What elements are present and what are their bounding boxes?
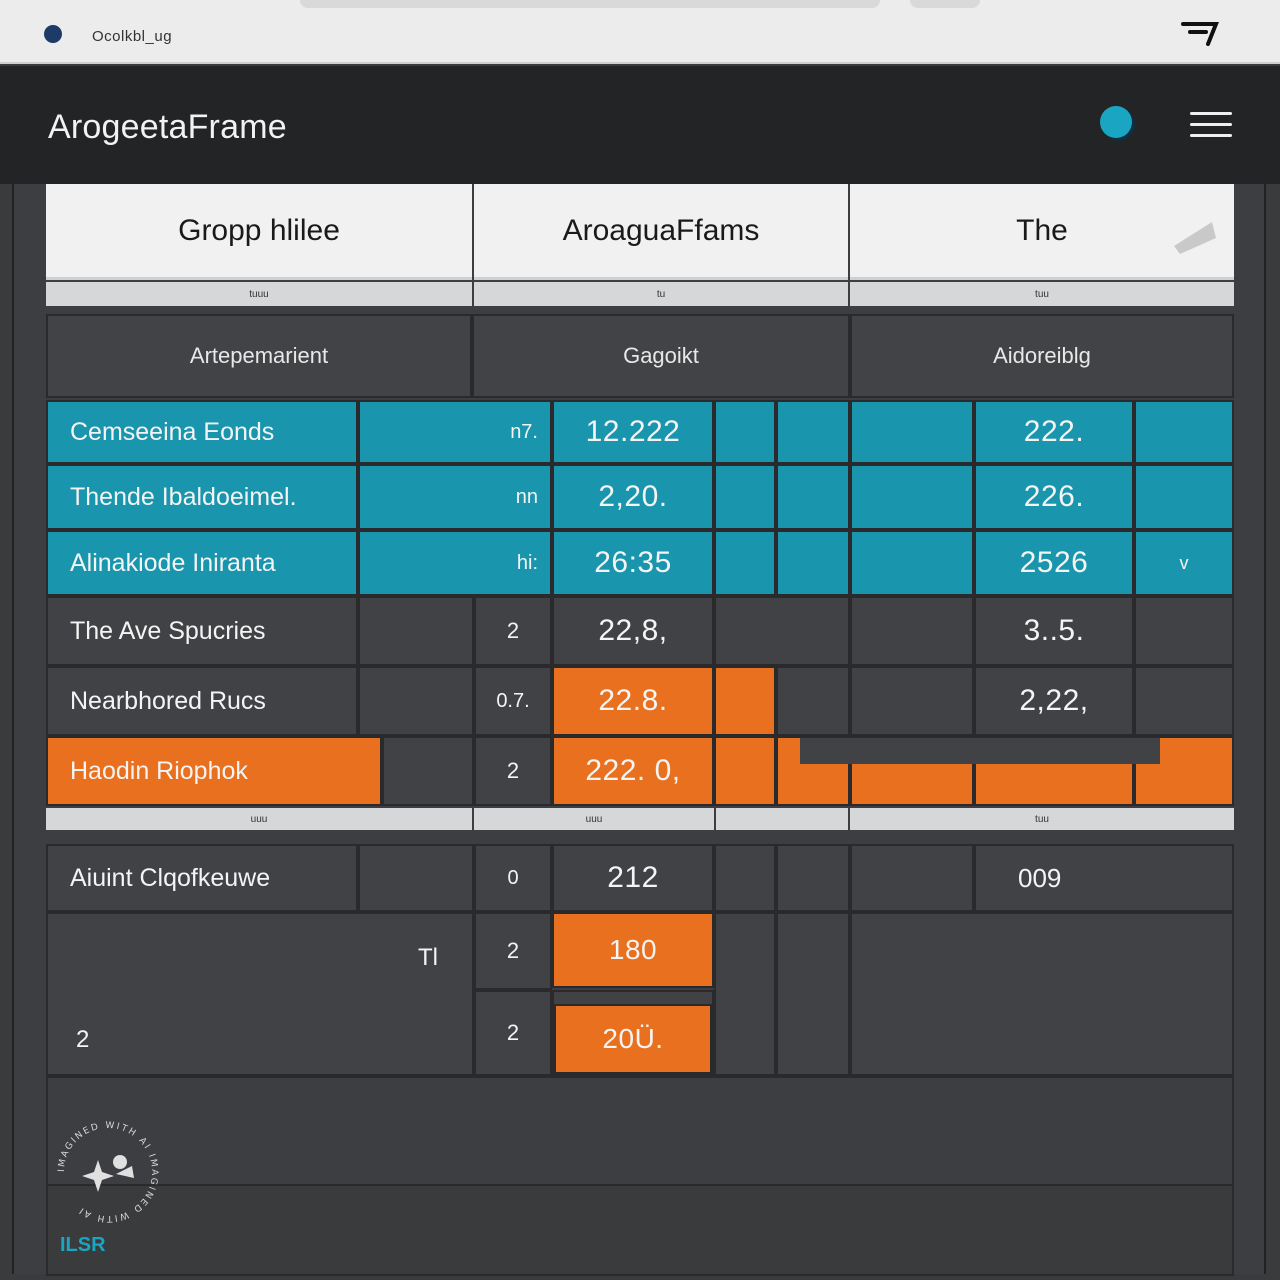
- row-3-value-2[interactable]: 2526: [974, 530, 1134, 596]
- lower-row-1-cell: [850, 844, 974, 912]
- row-1-cell: [850, 400, 974, 464]
- row-3-value[interactable]: 26:35: [552, 530, 714, 596]
- row-5-cell: [1134, 666, 1234, 736]
- column-header-2[interactable]: AroaguaFfams: [474, 184, 848, 280]
- lower-row-2-count: 2: [474, 912, 552, 990]
- lower-row-2-cell: [850, 912, 1234, 1076]
- row-2-count: nn: [358, 464, 552, 530]
- pencil-icon[interactable]: [1172, 216, 1218, 256]
- row-2-cell: [850, 464, 974, 530]
- row-1-cell: [714, 400, 776, 464]
- section-header-3: Aidoreiblg: [850, 314, 1234, 398]
- browser-menu-dot[interactable]: [44, 25, 62, 43]
- row-2-label[interactable]: Thende Ibaldoeimel.: [46, 464, 358, 530]
- row-6-cell: [714, 736, 776, 806]
- lower-row-3-label: 2: [76, 1026, 90, 1053]
- browser-chrome: [0, 0, 1280, 64]
- row-5-cell: [358, 666, 474, 736]
- lower-block-left: [46, 912, 474, 1076]
- column-subheader-2: tu: [474, 282, 848, 306]
- row-4-label[interactable]: The Ave Spucries: [46, 596, 358, 666]
- row-5-value-2[interactable]: 2,22,: [974, 666, 1134, 736]
- lower-row-1-label[interactable]: Aiuint Clqofkeuwe: [46, 844, 358, 912]
- lower-row-3-value[interactable]: 20Ü.: [554, 1004, 712, 1074]
- status-indicator[interactable]: [1100, 106, 1132, 138]
- app-title: ArogeetaFrame: [48, 108, 287, 146]
- lower-row-1-cell: [714, 844, 776, 912]
- row-1-label[interactable]: Cemseeina Eonds: [46, 400, 358, 464]
- row-4-count: 2: [474, 596, 552, 666]
- row-5-cell: [714, 666, 776, 736]
- row-6-cell: [382, 736, 474, 806]
- column-subheader-3: tuu: [850, 282, 1234, 306]
- row-6-value[interactable]: 222. 0,: [552, 736, 714, 806]
- row-5-value[interactable]: 22.8.: [552, 666, 714, 736]
- lower-row-2-value[interactable]: 180: [552, 912, 714, 988]
- column-header-1[interactable]: Gropp hlilee: [46, 184, 472, 280]
- lower-row-1-cell: [776, 844, 850, 912]
- row-2-cell: [1134, 464, 1234, 530]
- lower-row-2-cell: [776, 912, 850, 1076]
- lower-subheader-2b: [716, 808, 848, 830]
- row-1-count: n7.: [358, 400, 552, 464]
- footer-area: [46, 1076, 1234, 1186]
- lower-row-1-value[interactable]: 212: [552, 844, 714, 912]
- watermark-logo: ILSR: [60, 1234, 106, 1256]
- row-2-value-2[interactable]: 226.: [974, 464, 1134, 530]
- extension-icon[interactable]: [1180, 18, 1220, 48]
- lower-row-3-count: 2: [474, 990, 552, 1076]
- row-4-value-2[interactable]: 3..5.: [974, 596, 1134, 666]
- lower-row-1-value-2[interactable]: 009: [974, 844, 1234, 912]
- watermark-badge-icon: IMAGINED WITH AI IMAGINED WITH AI: [57, 1121, 159, 1223]
- row-1-cell: [1134, 400, 1234, 464]
- svg-text:IMAGINED WITH AI IMAGINED WITH: IMAGINED WITH AI IMAGINED WITH AI: [57, 1121, 159, 1223]
- lower-row-2-label: Tl: [418, 944, 438, 971]
- row-4-cell: [358, 596, 474, 666]
- section-header-1: Artepemarient: [46, 314, 472, 398]
- row-5-label[interactable]: Nearbhored Rucs: [46, 666, 358, 736]
- footer-area-bottom: [46, 1186, 1234, 1276]
- address-bar-text[interactable]: Ocolkbl_ug: [92, 28, 172, 45]
- section-header-2: Gagoikt: [472, 314, 850, 398]
- row-3-expand-chevron[interactable]: v: [1134, 530, 1234, 596]
- lower-subheader-3: tuu: [850, 808, 1234, 830]
- row-3-cell: [776, 530, 850, 596]
- row-6-count: 2: [474, 736, 552, 806]
- row-4-cell: [1134, 596, 1234, 666]
- row-1-value-2[interactable]: 222.: [974, 400, 1134, 464]
- row-5-cell: [850, 666, 974, 736]
- lower-row-1-count: 0: [474, 844, 552, 912]
- row-1-cell: [776, 400, 850, 464]
- column-subheader-1: tuuu: [46, 282, 472, 306]
- row-5-count: 0.7.: [474, 666, 552, 736]
- row-3-cell: [714, 530, 776, 596]
- row-6-overlay: [800, 738, 1160, 764]
- row-1-value[interactable]: 12.222: [552, 400, 714, 464]
- row-2-value[interactable]: 2,20.: [552, 464, 714, 530]
- lower-row-2-cell: [714, 912, 776, 1076]
- lower-row-1-cell: [358, 844, 474, 912]
- row-3-cell: [850, 530, 974, 596]
- hamburger-menu-icon[interactable]: [1190, 110, 1232, 140]
- row-2-cell: [776, 464, 850, 530]
- lower-subheader-1: uuu: [46, 808, 472, 830]
- row-6-label[interactable]: Haodin Riophok: [46, 736, 382, 806]
- row-4-value[interactable]: 22,8,: [552, 596, 714, 666]
- row-4-cell: [714, 596, 850, 666]
- row-3-count: hi:: [358, 530, 552, 596]
- browser-tab-2[interactable]: [910, 0, 980, 8]
- row-2-cell: [714, 464, 776, 530]
- lower-subheader-2: uuu: [474, 808, 714, 830]
- row-3-label[interactable]: Alinakiode Iniranta: [46, 530, 358, 596]
- row-5-cell: [776, 666, 850, 736]
- browser-tab[interactable]: [300, 0, 880, 8]
- row-4-cell: [850, 596, 974, 666]
